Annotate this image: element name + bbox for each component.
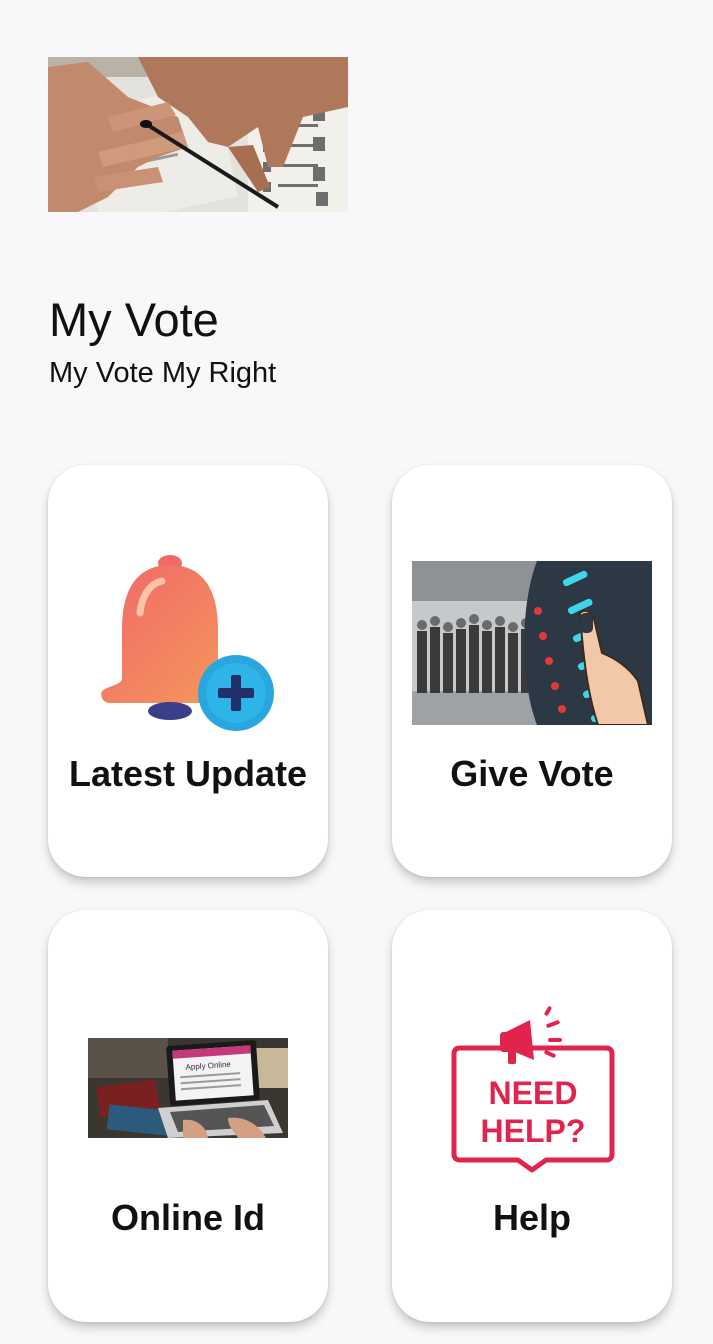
latest-update-label: Latest Update <box>68 753 308 794</box>
online-id-card[interactable]: Apply Online Online Id <box>48 910 328 1322</box>
give-vote-card[interactable]: Give Vote <box>392 465 672 877</box>
app-title: My Vote <box>49 293 219 346</box>
give-vote-label: Give Vote <box>450 753 614 794</box>
help-card[interactable]: NEED HELP? Help <box>392 910 672 1322</box>
app-subtitle: My Vote My Right <box>49 357 277 389</box>
banner-image <box>48 57 348 212</box>
need-help-line2: HELP? <box>481 1113 586 1149</box>
online-id-label: Online Id <box>110 1197 265 1238</box>
bell-plus-icon <box>100 553 280 738</box>
need-help-icon: NEED HELP? <box>450 1002 616 1187</box>
laptop-apply-online-image: Apply Online <box>88 1038 288 1143</box>
latest-update-card[interactable]: Latest Update <box>48 465 328 877</box>
need-help-line1: NEED <box>489 1075 578 1111</box>
voting-queue-image <box>412 561 652 730</box>
help-label: Help <box>492 1197 571 1238</box>
